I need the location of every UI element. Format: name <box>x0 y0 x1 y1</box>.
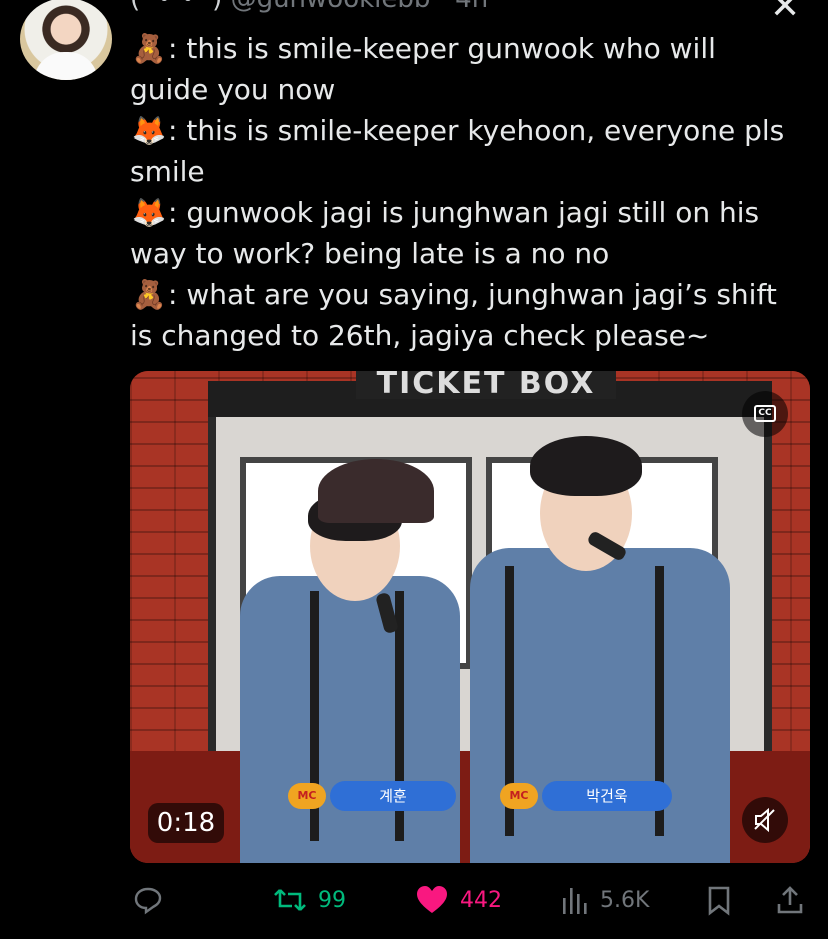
reply-icon <box>134 887 162 915</box>
tweet-line-text: : what are you saying, junghwan jagi’s s… <box>168 278 777 311</box>
shirt <box>240 576 460 863</box>
bear-emoji: 🧸 <box>131 32 167 65</box>
speaker-muted-icon <box>754 807 775 833</box>
tweet-line: smile <box>130 151 820 192</box>
name-caption: 박건욱 <box>542 781 672 811</box>
retweet-count: 99 <box>318 887 346 913</box>
share-button[interactable] <box>774 880 806 920</box>
cc-icon: CC <box>754 405 776 422</box>
tweet-line-text: way to work? being late is a no no <box>130 237 610 270</box>
tweet-actions: 99 442 5.6K <box>130 880 820 920</box>
tweet-line: guide you now <box>130 69 820 110</box>
tweet-line: 🧸: this is smile-keeper gunwook who will <box>130 28 820 69</box>
heart-filled-icon <box>417 886 447 913</box>
display-name[interactable]: (ʼ • • ʼ) <box>130 0 222 14</box>
hair <box>530 436 642 496</box>
tweet-line-text: : this is smile-keeper gunwook who will <box>168 32 716 65</box>
retweet-icon <box>274 889 306 911</box>
close-icon[interactable]: ✕ <box>770 0 800 27</box>
video-player[interactable]: TICKET BOX MC 계훈 MC 박건욱 CC 0:18 <box>130 371 810 863</box>
share-icon <box>777 886 803 914</box>
mute-button[interactable] <box>742 797 788 843</box>
tweet-line: 🦊: this is smile-keeper kyehoon, everyon… <box>130 110 820 151</box>
tweet-text: 🧸: this is smile-keeper gunwook who will… <box>130 28 820 356</box>
tweet-line-text: : this is smile-keeper kyehoon, everyone… <box>168 114 785 147</box>
bookmark-button[interactable] <box>704 880 734 920</box>
tweet-header: (ʼ • • ʼ) @gunwooklebb · 4h <box>130 0 488 14</box>
like-button[interactable]: 442 <box>414 880 502 920</box>
tweet-line: way to work? being late is a no no <box>130 233 820 274</box>
views-button[interactable]: 5.6K <box>560 880 649 920</box>
name-caption: 계훈 <box>330 781 456 811</box>
avatar-shirt <box>34 52 98 80</box>
mc-badge: MC <box>288 783 326 809</box>
hat <box>318 459 434 523</box>
tweet-line: 🧸: what are you saying, junghwan jagi’s … <box>130 274 820 315</box>
bear-emoji: 🧸 <box>131 278 167 311</box>
tweet-line-text: : gunwook jagi is junghwan jagi still on… <box>168 196 760 229</box>
like-count: 442 <box>460 887 502 913</box>
bookmark-icon <box>708 886 730 916</box>
fox-emoji: 🦊 <box>131 114 167 147</box>
mc-badge: MC <box>500 783 538 809</box>
tweet-line: is changed to 26th, jagiya check please~ <box>130 315 820 356</box>
tweet-line-text: guide you now <box>130 73 336 106</box>
captions-button[interactable]: CC <box>742 391 788 437</box>
booth-sign: TICKET BOX <box>356 371 616 399</box>
reply-button[interactable] <box>132 880 174 920</box>
handle-and-time[interactable]: @gunwooklebb · 4h <box>231 0 489 14</box>
tweet-line-text: smile <box>130 155 205 188</box>
video-timestamp: 0:18 <box>148 803 224 843</box>
views-count: 5.6K <box>600 887 650 913</box>
profile-avatar[interactable] <box>20 0 112 80</box>
retweet-button[interactable]: 99 <box>272 880 346 920</box>
views-chart-icon <box>563 888 587 914</box>
fox-emoji: 🦊 <box>131 196 167 229</box>
tweet-line: 🦊: gunwook jagi is junghwan jagi still o… <box>130 192 820 233</box>
tweet-line-text: is changed to 26th, jagiya check please~ <box>130 319 710 352</box>
